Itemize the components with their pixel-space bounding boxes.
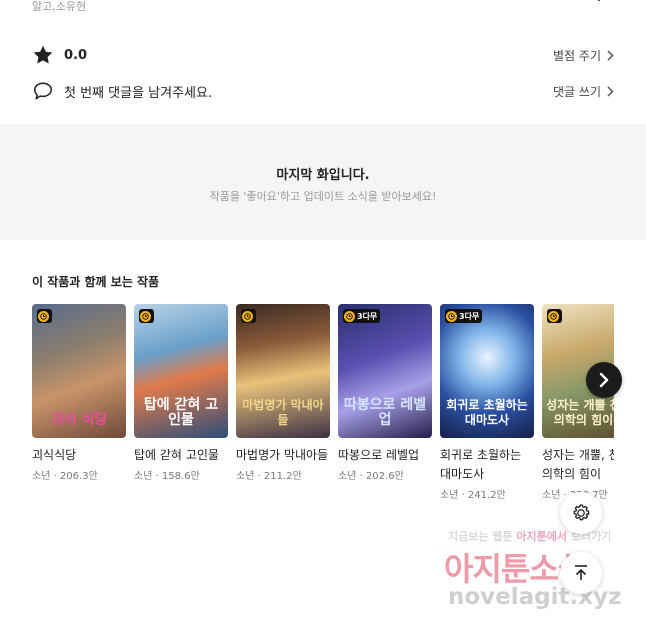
clock-icon <box>344 310 355 322</box>
rating-value: 0.0 <box>64 47 88 63</box>
last-episode-title: 마지막 화입니다. <box>276 168 370 183</box>
cover-thumbnail[interactable]: 마법명가 막내아들 <box>236 304 330 438</box>
clock-icon <box>38 310 49 322</box>
chevron-right-icon <box>607 85 614 97</box>
work-title: 탑에 갇혀 고인물 <box>134 448 219 462</box>
work-meta: 소년 · 202.6만 <box>338 471 404 482</box>
badge-label: 3다무 <box>459 311 480 321</box>
recommendation-carousel: 괴식 식당 괴식식당 소년 · 206.3만 탑에 갇혀 고인물 탑에 갇혀 고… <box>32 304 614 514</box>
last-episode-subtitle: 작품을 '좋아요'하고 업데이트 소식을 받아보세요! <box>209 190 437 203</box>
star-icon <box>32 44 54 66</box>
wait-free-badge <box>241 309 256 323</box>
cover-title: 괴식 식당 <box>50 412 108 428</box>
work-title: 회귀로 초월하는 대마도사 <box>440 448 522 481</box>
cover-thumbnail[interactable]: 괴식 식당 <box>32 304 126 438</box>
carousel-next-button[interactable] <box>586 362 622 398</box>
cover-title: 따봉으로 레벨업 <box>343 397 427 428</box>
work-title: 성자는 개뿔, 천재의학의 힘이 <box>542 448 614 481</box>
work-meta: 소년 · 241.2만 <box>440 490 506 501</box>
work-info-card: 알고,소유현 0.0 별점 주기 첫 번째 댓글을 남겨주세요. 댓글 쓰기 <box>0 0 646 124</box>
settings-button[interactable] <box>560 492 602 534</box>
recommendation-card[interactable]: 괴식 식당 괴식식당 소년 · 206.3만 <box>32 304 126 482</box>
recommendation-card[interactable]: 3다무 따봉으로 레벨업 따봉으로 레벨업 소년 · 202.6만 <box>338 304 432 482</box>
comment-prompt: 첫 번째 댓글을 남겨주세요. <box>64 85 213 101</box>
cover-thumbnail[interactable]: 3다무 따봉으로 레벨업 <box>338 304 432 438</box>
author-names: 알고,소유현 <box>32 0 87 13</box>
recommendation-section: 이 작품과 함께 보는 작품 괴식 식당 괴식식당 소년 · 206.3만 탑에… <box>0 240 646 520</box>
rate-button[interactable]: 별점 주기 <box>553 47 614 64</box>
wait-free-badge: 3다무 <box>343 309 381 323</box>
recommendation-card[interactable]: 마법명가 막내아들 마법명가 막내아들 소년 · 211.2만 <box>236 304 330 482</box>
rating-row: 0.0 별점 주기 <box>32 42 614 68</box>
rate-label: 별점 주기 <box>553 48 601 63</box>
clock-icon <box>446 310 457 322</box>
wait-free-badge: 3다무 <box>445 309 483 323</box>
cover-title: 탑에 갇혀 고인물 <box>143 397 219 428</box>
wait-free-badge <box>37 309 52 323</box>
cover-title: 성자는 개뿔 천재의학의 힘이다 <box>546 398 614 427</box>
comment-row: 첫 번째 댓글을 남겨주세요. 댓글 쓰기 <box>32 78 614 104</box>
recommendation-card[interactable]: 탑에 갇혀 고인물 탑에 갇혀 고인물 소년 · 158.6만 <box>134 304 228 482</box>
work-meta: 소년 · 158.6만 <box>134 471 200 482</box>
scroll-top-icon <box>575 565 587 580</box>
chevron-down-icon[interactable] <box>592 0 606 6</box>
work-title: 괴식식당 <box>32 448 77 462</box>
write-comment-button[interactable]: 댓글 쓰기 <box>553 83 614 100</box>
badge-label: 3다무 <box>357 311 378 321</box>
clock-icon <box>140 310 151 322</box>
comment-icon <box>32 80 54 102</box>
gear-icon <box>573 504 590 521</box>
work-title: 따봉으로 레벨업 <box>338 448 420 462</box>
chevron-right-icon <box>599 372 609 388</box>
write-comment-label: 댓글 쓰기 <box>553 84 601 99</box>
clock-icon <box>548 310 559 322</box>
work-meta: 소년 · 211.2만 <box>236 471 302 482</box>
cover-title: 회귀로 초월하는 대마도사 <box>446 398 528 427</box>
wait-free-badge <box>139 309 154 323</box>
cover-thumbnail[interactable]: 3다무 회귀로 초월하는 대마도사 <box>440 304 534 438</box>
last-episode-notice: 마지막 화입니다. 작품을 '좋아요'하고 업데이트 소식을 받아보세요! <box>0 130 646 234</box>
chevron-right-icon <box>607 49 614 61</box>
work-title: 마법명가 막내아들 <box>236 448 329 462</box>
cover-thumbnail[interactable]: 탑에 갇혀 고인물 <box>134 304 228 438</box>
section-title: 이 작품과 함께 보는 작품 <box>32 275 160 289</box>
wait-free-badge <box>547 309 562 323</box>
work-meta: 소년 · 206.3만 <box>32 471 98 482</box>
cover-title: 마법명가 막내아들 <box>242 398 324 427</box>
recommendation-card[interactable]: 성자는 개뿔 천재의학의 힘이다 성자는 개뿔, 천재의학의 힘이 소년 · 2… <box>542 304 614 501</box>
clock-icon <box>242 310 253 322</box>
watermark: 지금보는 웹툰 아지툰에서 보러가기 아지툰소설 novelagit.xyz <box>440 526 646 636</box>
scroll-top-button[interactable] <box>560 552 602 594</box>
recommendation-card[interactable]: 3다무 회귀로 초월하는 대마도사 회귀로 초월하는 대마도사 소년 · 241… <box>440 304 534 501</box>
